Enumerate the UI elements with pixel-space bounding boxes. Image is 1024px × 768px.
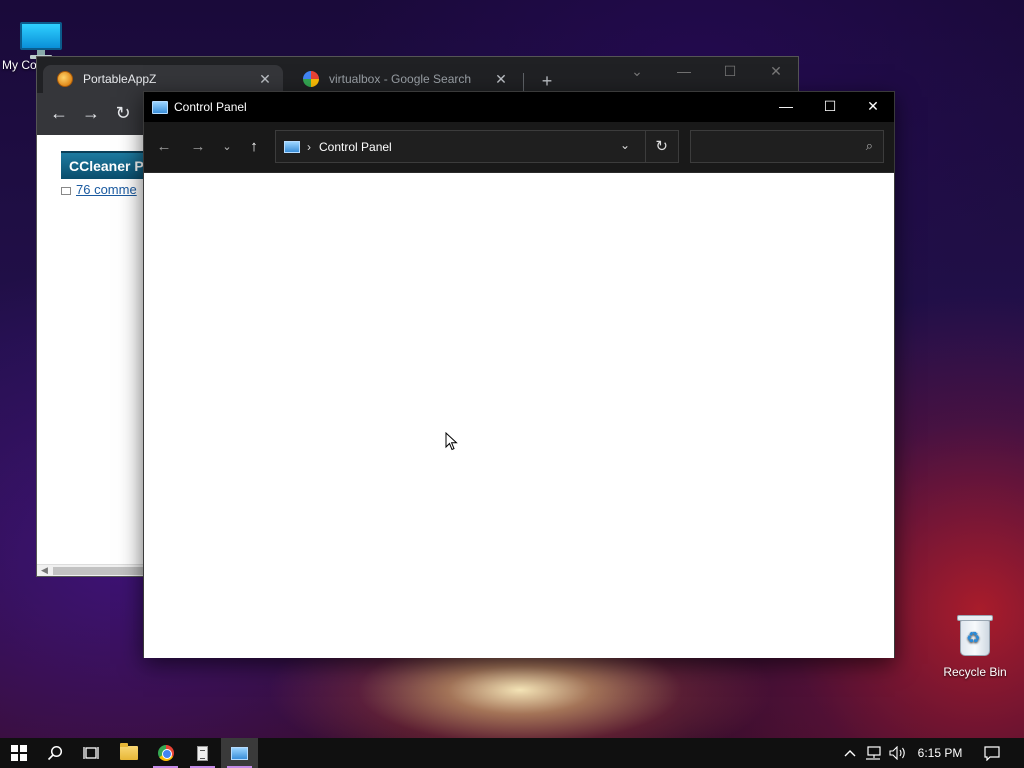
- monitor-icon: [20, 22, 62, 60]
- close-icon[interactable]: ✕: [761, 63, 791, 80]
- taskbar-control-panel[interactable]: [221, 738, 258, 768]
- desktop-icon-label: My Co: [2, 58, 37, 72]
- maximize-button[interactable]: ☐: [808, 92, 852, 122]
- tab-search-icon[interactable]: ⌄: [622, 63, 652, 80]
- task-view-button[interactable]: [72, 738, 109, 768]
- address-dropdown-icon[interactable]: ⌄: [620, 138, 630, 152]
- browser-tabstrip: PortableAppZ ✕ virtualbox - Google Searc…: [37, 57, 798, 93]
- network-icon: [866, 746, 881, 760]
- search-icon: [47, 745, 62, 761]
- taskbar-chrome[interactable]: [147, 738, 184, 768]
- search-icon[interactable]: ⌕: [866, 138, 873, 154]
- notifications-icon: [984, 745, 1000, 761]
- portableappz-favicon-icon: [57, 71, 73, 87]
- comments-link[interactable]: 76 comme: [61, 182, 137, 197]
- browser-tab-portableappz[interactable]: PortableAppZ ✕: [43, 65, 283, 93]
- browser-tab-google-search[interactable]: virtualbox - Google Search ✕: [289, 65, 519, 93]
- control-panel-icon: [152, 100, 168, 114]
- show-hidden-icons-button[interactable]: [840, 738, 860, 768]
- speaker-icon: [889, 746, 905, 760]
- up-button[interactable]: ↑: [242, 137, 266, 157]
- google-favicon-icon: [303, 71, 319, 87]
- clock[interactable]: 6:15 PM: [912, 738, 968, 768]
- task-view-icon: [82, 747, 99, 759]
- tab-title: virtualbox - Google Search: [329, 72, 472, 86]
- refresh-icon[interactable]: ↻: [655, 137, 668, 155]
- back-button[interactable]: ←: [152, 137, 176, 157]
- address-divider: [645, 131, 646, 162]
- scroll-left-icon[interactable]: ◀: [41, 565, 48, 576]
- address-bar[interactable]: › Control Panel ⌄ ↻: [275, 130, 679, 163]
- forward-icon[interactable]: →: [79, 103, 103, 124]
- control-panel-icon: [231, 746, 248, 760]
- taskbar-search-button[interactable]: [36, 738, 73, 768]
- back-icon[interactable]: ←: [47, 103, 71, 124]
- chrome-icon: [157, 745, 174, 761]
- scrollbar-thumb[interactable]: [53, 567, 143, 575]
- reload-icon[interactable]: ↻: [111, 103, 135, 124]
- window-title: Control Panel: [174, 100, 247, 114]
- content-pane[interactable]: [144, 173, 894, 658]
- breadcrumb-chevron-icon[interactable]: ›: [307, 140, 311, 154]
- navigation-bar: ← → ⌄ ↑ › Control Panel ⌄ ↻ ⌕: [144, 122, 894, 173]
- search-input[interactable]: [691, 131, 851, 162]
- start-button[interactable]: [0, 738, 37, 768]
- recycle-bin-icon: ♻: [956, 614, 994, 656]
- document-icon: [197, 745, 208, 761]
- breadcrumb-control-panel[interactable]: Control Panel: [319, 140, 392, 154]
- windows-logo-icon: [10, 745, 27, 761]
- taskbar-file-explorer[interactable]: [110, 738, 147, 768]
- taskbar: 6:15 PM: [0, 738, 1024, 768]
- close-tab-icon[interactable]: ✕: [257, 71, 273, 88]
- search-box[interactable]: ⌕: [690, 130, 884, 163]
- mouse-cursor-icon: [445, 432, 458, 451]
- control-panel-window[interactable]: Control Panel — ☐ ✕ ← → ⌄ ↑ › Control Pa…: [143, 91, 895, 658]
- action-center-button[interactable]: [978, 738, 1006, 768]
- recent-locations-chevron-icon[interactable]: ⌄: [215, 137, 239, 157]
- forward-button[interactable]: →: [186, 137, 210, 157]
- control-panel-icon: [284, 140, 300, 153]
- window-titlebar[interactable]: Control Panel — ☐ ✕: [144, 92, 894, 122]
- folder-icon: [119, 743, 138, 760]
- chevron-up-icon: [844, 750, 856, 757]
- volume-button[interactable]: [886, 738, 910, 768]
- network-button[interactable]: [862, 738, 884, 768]
- comments-link-text[interactable]: 76 comme: [76, 182, 137, 197]
- tab-title: PortableAppZ: [83, 72, 157, 86]
- new-tab-button[interactable]: +: [537, 71, 557, 93]
- desktop-icon-label: Recycle Bin: [943, 665, 1007, 679]
- taskbar-document-app[interactable]: [184, 738, 221, 768]
- minimize-icon[interactable]: —: [669, 63, 699, 79]
- desktop-icon-recycle-bin[interactable]: ♻ Recycle Bin: [940, 612, 1010, 682]
- tab-separator: [523, 73, 524, 91]
- minimize-button[interactable]: —: [764, 92, 808, 122]
- close-tab-icon[interactable]: ✕: [493, 71, 509, 88]
- close-button[interactable]: ✕: [851, 92, 895, 122]
- comment-icon: [61, 186, 71, 195]
- maximize-icon[interactable]: ☐: [715, 63, 745, 80]
